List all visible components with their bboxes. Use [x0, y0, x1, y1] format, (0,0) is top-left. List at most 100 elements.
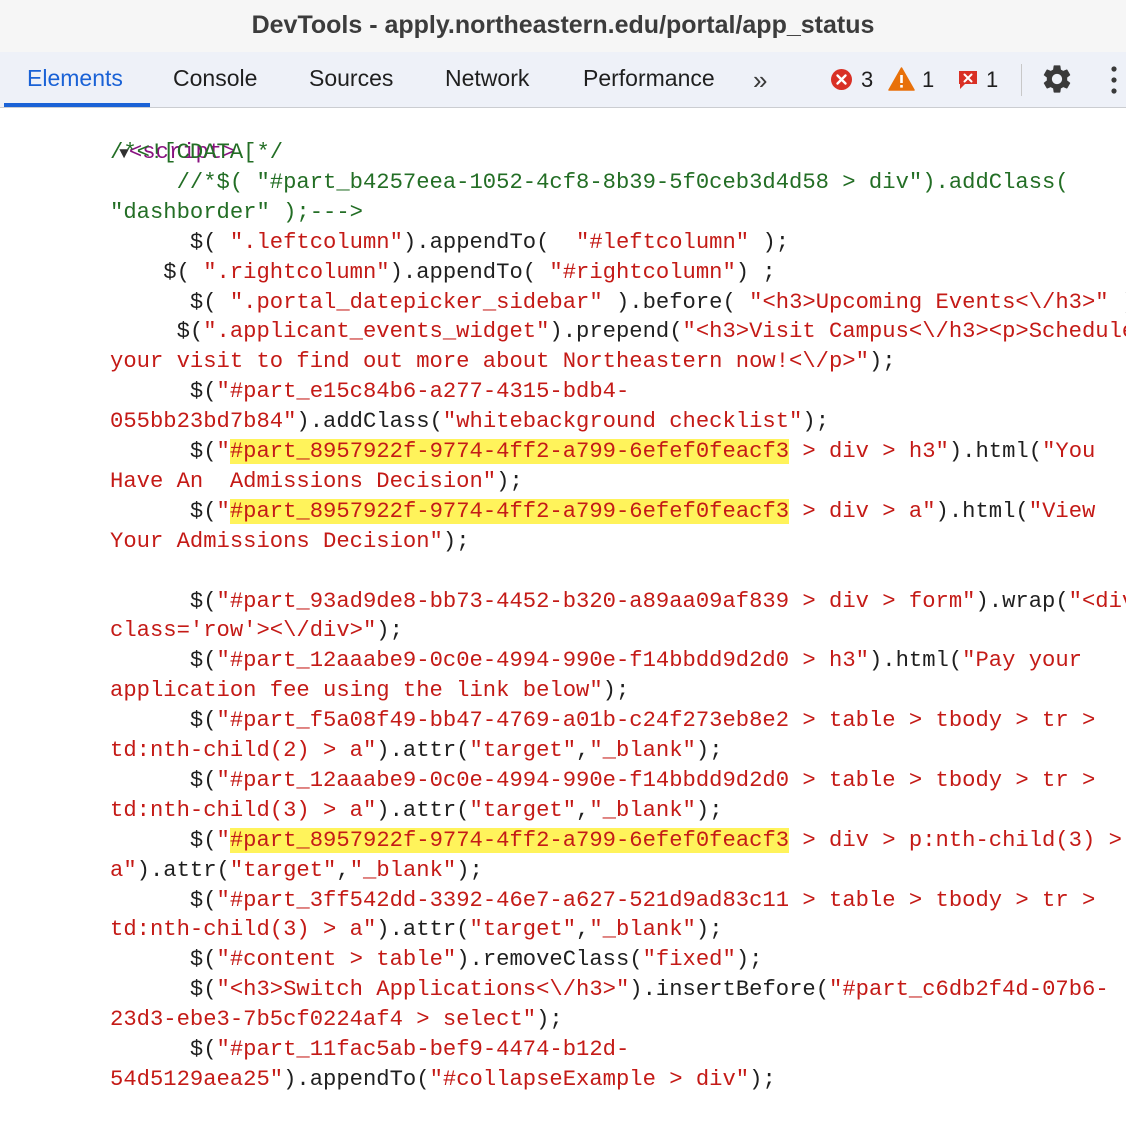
code-token: "<h3>Visit Campus<\/h3><p>Schedule	[682, 319, 1126, 345]
code-token: "#content > table"	[216, 947, 457, 973]
code-token: ).attr(	[376, 797, 470, 823]
code-token: $(	[110, 439, 217, 464]
code-token: "#rightcolumn"	[549, 259, 736, 285]
code-token: ).attr(	[376, 917, 470, 943]
code-token: ).before(	[602, 289, 750, 315]
code-token: "Pay your	[962, 648, 1082, 674]
code-line: $( ".leftcolumn").appendTo( "#leftcolumn…	[110, 228, 789, 258]
error-count[interactable]: 3	[861, 67, 873, 93]
code-token: "You	[1042, 439, 1096, 464]
code-token: "_blank"	[349, 857, 457, 883]
toolbar-divider	[1021, 64, 1022, 96]
tab-console[interactable]: Console	[173, 52, 257, 106]
code-token: 23d3-ebe3-7b5cf0224af4 > select"	[110, 1007, 537, 1033]
code-token: $(	[110, 648, 217, 674]
code-token: ".applicant_events_widget"	[203, 319, 550, 345]
search-highlight: #part_8957922f-9774-4ff2-a799-6efef0feac…	[229, 439, 790, 464]
code-token: ).attr(	[136, 857, 230, 883]
code-token: $(	[110, 887, 217, 913]
code-token: "	[216, 439, 230, 464]
code-token: ).attr(	[376, 738, 470, 763]
code-token: ,	[576, 917, 590, 943]
code-token: "fixed"	[642, 947, 736, 973]
code-line: a").attr("target","_blank");	[110, 856, 483, 886]
code-line: class='row'><\/div>");	[110, 616, 403, 646]
code-token: );	[376, 618, 403, 644]
code-token: );	[695, 797, 723, 823]
code-line: 54d5129aea25").appendTo("#collapseExampl…	[110, 1065, 776, 1095]
code-token: ).addClass(	[296, 409, 443, 435]
code-line: td:nth-child(3) > a").attr("target","_bl…	[110, 915, 723, 945]
code-token: );	[868, 349, 896, 375]
code-token: ,	[576, 797, 590, 823]
code-token: "#part_3ff542dd-3392-46e7-a627-521d9ad83…	[216, 887, 1096, 913]
code-token: );	[749, 229, 790, 255]
code-token: $(	[110, 229, 230, 255]
code-line: $("#part_e15c84b6-a277-4315-bdb4-	[110, 377, 629, 407]
code-token: ).prepend(	[549, 319, 683, 345]
code-token: $(	[110, 767, 217, 793]
warning-icon[interactable]	[888, 67, 915, 91]
code-token: );	[749, 1066, 776, 1092]
code-token: "	[216, 498, 230, 524]
code-token: > div > p:nth-child(3) >	[789, 827, 1122, 853]
code-token: "_blank"	[589, 738, 696, 763]
issues-count[interactable]: 1	[986, 67, 998, 93]
code-token: ).html(	[868, 648, 963, 674]
kebab-menu-icon[interactable]	[1108, 64, 1120, 96]
code-token: application fee using the link below"	[110, 678, 603, 704]
code-line: $("#part_11fac5ab-bef9-4474-b12d-	[110, 1035, 629, 1065]
active-tab-indicator	[4, 103, 150, 107]
code-token: your visit to find out more about Northe…	[110, 349, 869, 375]
code-token: $(	[110, 319, 204, 345]
code-token: ".portal_datepicker_sidebar"	[229, 289, 603, 315]
code-token: td:nth-child(3) > a"	[110, 797, 377, 823]
code-token: ).appendTo(	[389, 259, 550, 285]
code-token: "#part_12aaabe9-0c0e-4994-990e-f14bbdd9d…	[216, 648, 869, 674]
error-icon[interactable]	[830, 68, 853, 91]
code-token: "#collapseExample > div"	[429, 1066, 750, 1092]
code-token: ".leftcolumn"	[229, 229, 403, 255]
gear-icon[interactable]	[1040, 62, 1074, 96]
code-token: );	[536, 1007, 563, 1033]
code-token: $(	[110, 588, 217, 614]
issues-icon[interactable]	[957, 69, 979, 91]
warning-count[interactable]: 1	[922, 67, 934, 93]
code-line: td:nth-child(3) > a").attr("target","_bl…	[110, 796, 723, 826]
code-line: $("#part_8957922f-9774-4ff2-a799-6efef0f…	[110, 437, 1095, 467]
code-token: "#part_93ad9de8-bb73-4452-b320-a89aa09af…	[216, 588, 976, 614]
code-token: "<h3>Switch Applications<\/h3>"	[216, 977, 630, 1003]
code-token: > div > h3"	[789, 439, 949, 464]
code-token: "#part_c6db2f4d-07b6-	[829, 977, 1109, 1003]
tab-performance[interactable]: Performance	[583, 52, 715, 106]
code-token: a"	[110, 857, 137, 883]
code-line: $("<h3>Switch Applications<\/h3>").inser…	[110, 975, 1109, 1005]
code-token: //*$( "#part_b4257eea-1052-4cf8-8b39-5f0…	[110, 169, 1069, 195]
more-tabs-icon[interactable]: »	[753, 65, 768, 96]
code-token: 54d5129aea25"	[110, 1066, 284, 1092]
code-line: $("#part_8957922f-9774-4ff2-a799-6efef0f…	[110, 826, 1122, 856]
code-token: ,	[576, 738, 590, 763]
code-token: );	[442, 528, 470, 554]
devtools-tab-bar: Elements Console Sources Network Perform…	[0, 52, 1126, 108]
code-token: );	[695, 917, 723, 943]
code-token: /*<![CDATA[*/	[110, 140, 284, 165]
code-line: $("#part_3ff542dd-3392-46e7-a627-521d9ad…	[110, 886, 1095, 916]
code-token: class='row'><\/div>"	[110, 618, 377, 644]
code-token: "#part_e15c84b6-a277-4315-bdb4-	[216, 379, 630, 405]
code-token: "dashborder" );--->	[110, 199, 363, 225]
code-token: $(	[110, 1037, 217, 1062]
code-token: "_blank"	[589, 797, 696, 823]
code-token: "#part_f5a08f49-bb47-4769-a01b-c24f273eb…	[216, 708, 1096, 734]
code-line: /*<![CDATA[*/	[110, 138, 283, 168]
tab-network[interactable]: Network	[445, 52, 529, 106]
elements-dom-tree[interactable]: ▼<script> /*<![CDATA[*/ //*$( "#part_b42…	[0, 108, 1126, 1124]
code-token: Your Admissions Decision"	[110, 528, 443, 554]
tab-sources[interactable]: Sources	[309, 52, 393, 106]
code-line: "dashborder" );--->	[110, 198, 363, 228]
code-token: "<div	[1068, 588, 1126, 614]
dom-node-script[interactable]: ▼<script>	[66, 108, 235, 165]
tab-elements[interactable]: Elements	[27, 52, 123, 106]
code-token: "target"	[469, 917, 577, 943]
code-token: ).wrap(	[975, 588, 1069, 614]
